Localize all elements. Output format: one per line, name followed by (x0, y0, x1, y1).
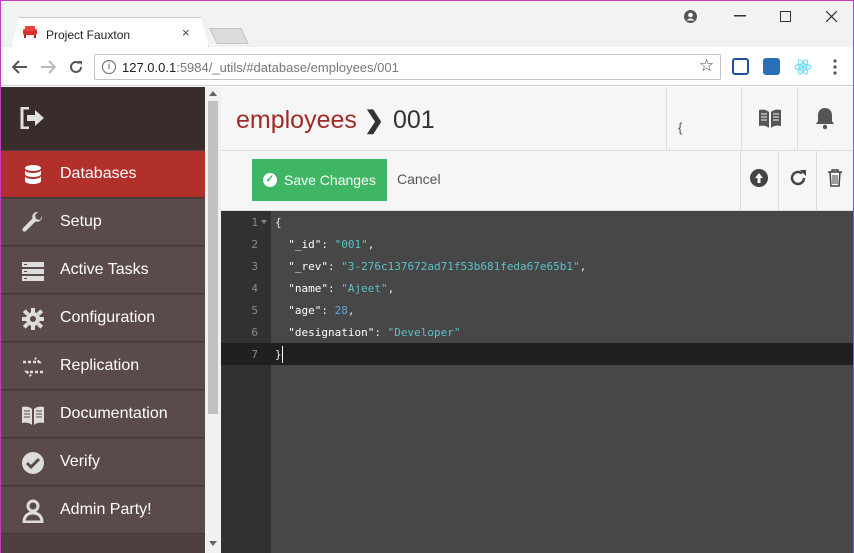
book-icon (22, 406, 44, 425)
maximize-icon[interactable] (780, 11, 791, 22)
sidebar-item-setup[interactable]: Setup (1, 199, 205, 246)
code-line-2: "_id": "001", (288, 238, 375, 251)
clone-refresh-icon[interactable] (789, 169, 807, 187)
sidebar-item-label: Active Tasks (60, 261, 149, 278)
back-icon[interactable] (12, 60, 28, 74)
wrench-icon (22, 211, 43, 232)
header-divider (741, 87, 742, 151)
sidebar-item-databases[interactable]: Databases (1, 151, 205, 198)
sidebar-item-documentation[interactable]: Documentation (1, 391, 205, 438)
code-line-1: { (275, 216, 282, 229)
documentation-book-icon[interactable] (758, 106, 782, 130)
sidebar-item-verify[interactable]: Verify (1, 439, 205, 486)
sidebar-item-label: Setup (60, 213, 102, 230)
minimize-icon[interactable] (734, 15, 746, 17)
sidebar-item-label: Replication (60, 357, 140, 374)
sidebar-item-label: Configuration (60, 309, 156, 326)
line-number: 4 (251, 282, 258, 295)
sidebar-item-label: Admin Party! (60, 501, 152, 518)
menu-dots-icon[interactable] (833, 59, 837, 75)
bookmark-star-icon[interactable]: ☆ (699, 56, 714, 76)
code-line-4: "name": "Ajeet", (288, 282, 395, 295)
code-line-3: "_rev": "3-276c137672ad71f53b681feda67e6… (288, 260, 587, 273)
save-label: Save Changes (284, 172, 376, 188)
replication-icon (23, 357, 43, 377)
header-divider (666, 87, 667, 151)
new-tab-button[interactable] (209, 28, 249, 44)
profile-icon[interactable] (684, 10, 697, 23)
code-line-5: "age": 28, (288, 304, 355, 317)
header-divider (797, 87, 798, 151)
scroll-up-icon[interactable] (209, 90, 217, 96)
text-cursor (282, 346, 283, 363)
line-number: 6 (251, 326, 258, 339)
gear-icon (22, 308, 44, 330)
tab-title: Project Fauxton (46, 28, 131, 42)
react-devtools-icon[interactable] (794, 58, 812, 76)
scroll-down-icon[interactable] (209, 541, 217, 547)
line-number: 1 (251, 216, 258, 229)
logout-icon[interactable] (19, 107, 45, 129)
breadcrumb-database[interactable]: employees (236, 106, 357, 135)
sidebar-item-active-tasks[interactable]: Active Tasks (1, 247, 205, 294)
sidebar-item-configuration[interactable]: Configuration (1, 295, 205, 342)
action-divider (816, 151, 817, 211)
sidebar-item-admin-party[interactable]: Admin Party! (1, 487, 205, 534)
scrollbar-thumb[interactable] (208, 101, 218, 414)
extension-2-icon[interactable] (763, 58, 780, 75)
close-window-icon[interactable] (826, 11, 837, 22)
info-icon[interactable]: i (102, 60, 116, 74)
sidebar-item-label: Documentation (60, 405, 168, 422)
notification-bell-icon[interactable] (813, 106, 837, 130)
tab-close-icon[interactable]: × (182, 25, 190, 40)
action-divider (778, 151, 779, 211)
trash-icon[interactable] (827, 169, 843, 187)
line-number: 3 (251, 260, 258, 273)
save-changes-button[interactable]: ✓ Save Changes (252, 159, 387, 201)
sidebar-item-replication[interactable]: Replication (1, 343, 205, 390)
line-number: 5 (251, 304, 258, 317)
code-line-7: } (275, 348, 282, 361)
line-number: 7 (251, 348, 258, 361)
code-line-6: "designation": "Developer" (288, 326, 461, 339)
line-number: 2 (251, 238, 258, 251)
forward-icon[interactable] (40, 60, 56, 74)
check-icon: ✓ (263, 173, 277, 187)
database-icon (25, 165, 41, 184)
sidebar-item-label: Databases (60, 165, 137, 182)
fold-arrow-icon[interactable] (261, 220, 267, 224)
sidebar-item-label: Verify (60, 453, 101, 470)
check-circle-icon (22, 452, 44, 474)
extension-1-icon[interactable] (732, 58, 749, 75)
action-divider (740, 151, 741, 211)
reload-icon[interactable] (68, 59, 84, 75)
active-line-highlight (221, 343, 853, 365)
user-icon (22, 499, 44, 523)
breadcrumb-doc-id: 001 (393, 106, 435, 134)
upload-icon[interactable] (750, 169, 768, 187)
breadcrumb-separator: ❯ (364, 107, 385, 134)
couch-icon (23, 26, 37, 38)
cancel-link[interactable]: Cancel (397, 171, 441, 187)
tasks-icon (22, 262, 44, 281)
url-text[interactable]: 127.0.0.1:5984/_utils/#database/employee… (122, 60, 399, 75)
